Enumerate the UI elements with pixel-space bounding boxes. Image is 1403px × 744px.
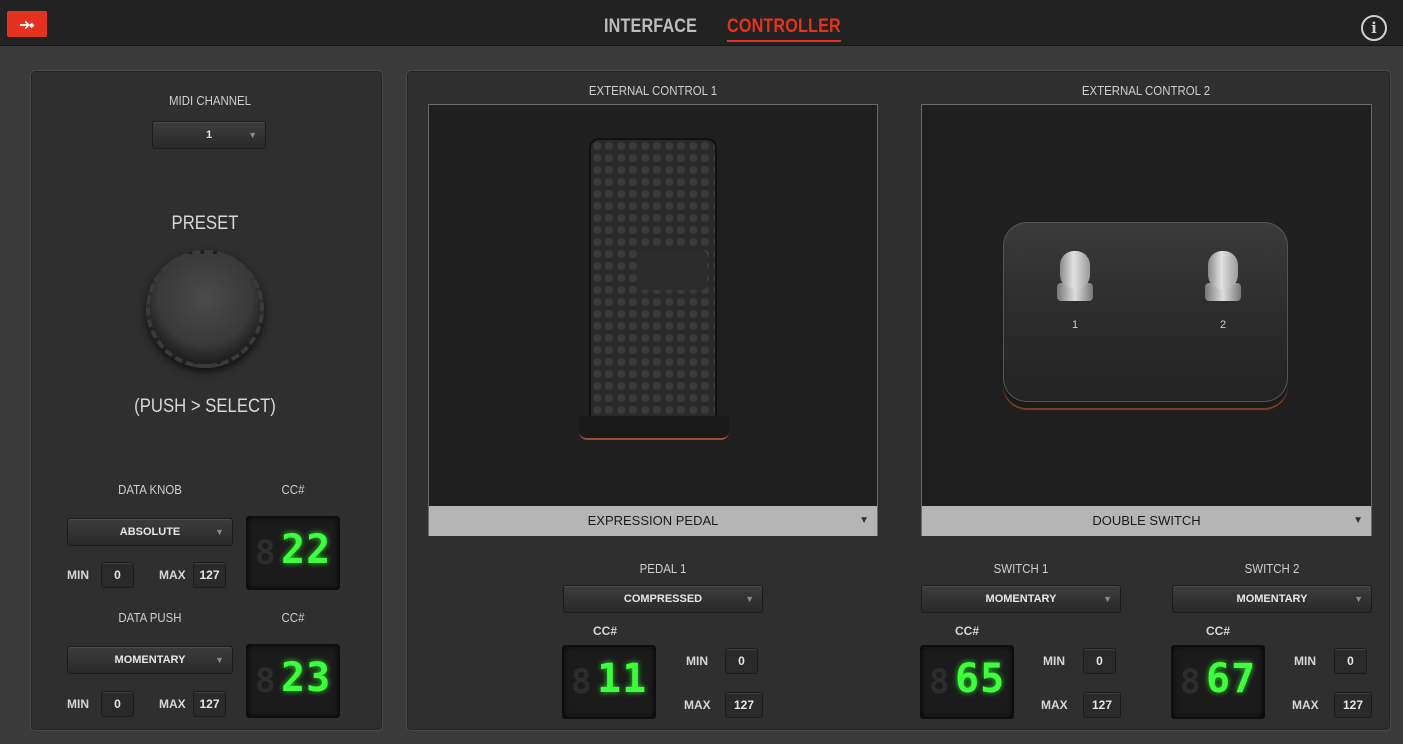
brand-logo-icon: ⤞ <box>7 11 47 37</box>
midi-channel-select[interactable]: 1 ▼ <box>152 121 266 149</box>
ext2-type-select[interactable]: DOUBLE SWITCH ▼ <box>922 506 1371 536</box>
data-knob-cc-label: CC# <box>281 482 305 497</box>
ext2-title: EXTERNAL CONTROL 2 <box>1081 83 1211 98</box>
preset-knob[interactable] <box>146 250 264 368</box>
pedal1-cc-display[interactable]: 8 11 <box>562 645 656 719</box>
data-push-mode-value: MOMENTARY <box>114 654 186 666</box>
lcd-ghost-digit: 8 <box>929 662 950 702</box>
preset-label: PRESET <box>171 213 239 234</box>
pedal1-label: PEDAL 1 <box>639 561 687 576</box>
switch2-min-input[interactable]: 0 <box>1334 648 1367 674</box>
switch1-min-input[interactable]: 0 <box>1083 648 1116 674</box>
pedal1-min-input[interactable]: 0 <box>725 648 758 674</box>
data-push-cc-value: 23 <box>281 655 332 701</box>
info-icon[interactable]: i <box>1361 15 1387 41</box>
footswitch-2-icon <box>1205 251 1241 307</box>
pedal-base <box>579 416 729 440</box>
footswitch-1-icon <box>1057 251 1093 307</box>
pedal-badge <box>637 250 707 290</box>
footswitch-1-label: 1 <box>1072 319 1079 331</box>
switch1-cc-display[interactable]: 8 65 <box>920 645 1014 719</box>
data-knob-cc-value: 22 <box>281 527 332 573</box>
data-push-cc-display[interactable]: 8 23 <box>246 644 340 718</box>
switch1-cc-label: CC# <box>955 624 980 638</box>
tab-interface[interactable]: INTERFACE <box>604 16 697 38</box>
switch2-cc-label: CC# <box>1206 624 1231 638</box>
double-switch-image <box>1003 222 1288 402</box>
footswitch-2-label: 2 <box>1220 319 1227 331</box>
switch1-max-input[interactable]: 127 <box>1083 692 1121 718</box>
chevron-down-icon: ▼ <box>745 594 754 604</box>
data-knob-max-label: MAX <box>159 568 186 582</box>
ext1-title: EXTERNAL CONTROL 1 <box>588 83 718 98</box>
expression-pedal-image <box>579 138 729 440</box>
switch2-mode-select[interactable]: MOMENTARY ▼ <box>1172 585 1372 613</box>
switch1-mode-value: MOMENTARY <box>985 593 1057 605</box>
top-bar: ⤞ INTERFACE CONTROLLER i <box>0 0 1403 46</box>
lcd-ghost-digit: 8 <box>255 533 276 573</box>
pedal1-mode-select[interactable]: COMPRESSED ▼ <box>563 585 763 613</box>
data-push-max-label: MAX <box>159 697 186 711</box>
chevron-down-icon: ▼ <box>1353 515 1363 526</box>
pedal1-max-input[interactable]: 127 <box>725 692 763 718</box>
chevron-down-icon: ▼ <box>859 515 869 526</box>
switch2-max-input[interactable]: 127 <box>1334 692 1372 718</box>
chevron-down-icon: ▼ <box>215 527 224 537</box>
pedal1-mode-value: COMPRESSED <box>623 593 703 605</box>
footswitch-cap <box>1060 251 1090 289</box>
tab-controller[interactable]: CONTROLLER <box>727 16 841 42</box>
data-knob-mode-value: ABSOLUTE <box>119 526 181 538</box>
switch1-min-label: MIN <box>1043 654 1065 668</box>
data-push-min-label: MIN <box>67 697 89 711</box>
data-knob-cc-display[interactable]: 8 22 <box>246 516 340 590</box>
pedal1-cc-value: 11 <box>597 656 648 702</box>
switch2-label: SWITCH 2 <box>1244 561 1300 576</box>
switch2-max-label: MAX <box>1292 698 1319 712</box>
pedal1-cc-label: CC# <box>593 624 618 638</box>
switch2-mode-value: MOMENTARY <box>1236 593 1308 605</box>
chevron-down-icon: ▼ <box>1103 594 1112 604</box>
ext1-type-select[interactable]: EXPRESSION PEDAL ▼ <box>429 506 877 536</box>
data-push-mode-select[interactable]: MOMENTARY ▼ <box>67 646 233 674</box>
switch1-max-label: MAX <box>1041 698 1068 712</box>
data-knob-max-input[interactable]: 127 <box>193 562 226 588</box>
midi-channel-value: 1 <box>205 129 213 141</box>
data-knob-min-label: MIN <box>67 568 89 582</box>
lcd-ghost-digit: 8 <box>255 661 276 701</box>
lcd-ghost-digit: 8 <box>1180 662 1201 702</box>
switch2-cc-display[interactable]: 8 67 <box>1171 645 1265 719</box>
lcd-ghost-digit: 8 <box>571 662 592 702</box>
ext1-type-value: EXPRESSION PEDAL <box>587 513 719 528</box>
switch1-mode-select[interactable]: MOMENTARY ▼ <box>921 585 1121 613</box>
preset-hint: (PUSH > SELECT) <box>134 396 276 417</box>
switch1-label: SWITCH 1 <box>993 561 1049 576</box>
ext2-type-value: DOUBLE SWITCH <box>1092 513 1201 528</box>
data-push-max-input[interactable]: 127 <box>193 691 226 717</box>
data-push-min-input[interactable]: 0 <box>101 691 134 717</box>
switch1-cc-value: 65 <box>955 656 1006 702</box>
chevron-down-icon: ▼ <box>248 130 257 140</box>
footswitch-cap <box>1208 251 1238 289</box>
switch2-cc-value: 67 <box>1206 656 1257 702</box>
chevron-down-icon: ▼ <box>1354 594 1363 604</box>
pedal1-max-label: MAX <box>684 698 711 712</box>
data-knob-label: DATA KNOB <box>118 482 182 497</box>
data-knob-min-input[interactable]: 0 <box>101 562 134 588</box>
data-push-label: DATA PUSH <box>118 610 182 625</box>
data-push-cc-label: CC# <box>281 610 305 625</box>
chevron-down-icon: ▼ <box>215 655 224 665</box>
switch2-min-label: MIN <box>1294 654 1316 668</box>
data-knob-mode-select[interactable]: ABSOLUTE ▼ <box>67 518 233 546</box>
pedal1-min-label: MIN <box>686 654 708 668</box>
midi-channel-label: MIDI CHANNEL <box>168 93 252 108</box>
